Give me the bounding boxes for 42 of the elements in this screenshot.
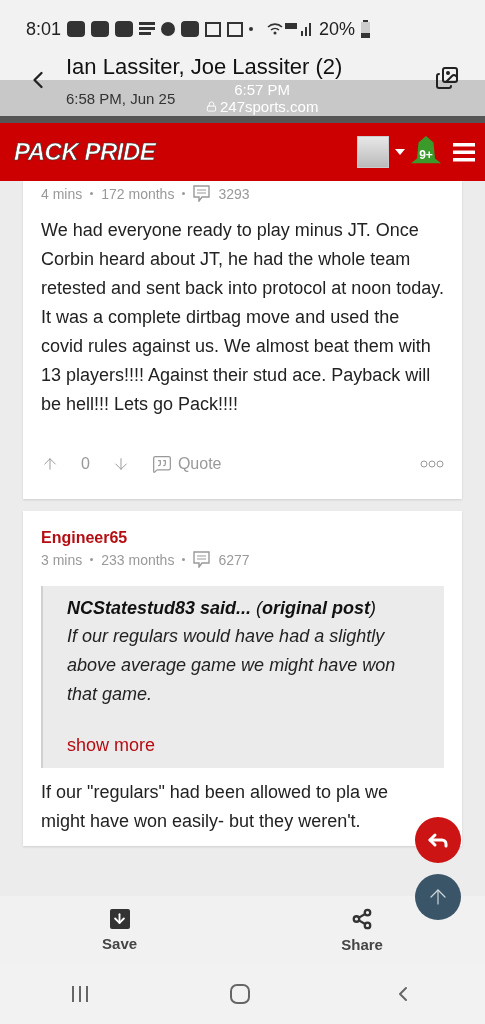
home-icon[interactable] bbox=[229, 984, 250, 1004]
battery-level: 20% bbox=[319, 18, 356, 40]
pin-notification-icon bbox=[161, 22, 176, 36]
download-icon bbox=[109, 908, 130, 929]
dot-icon bbox=[249, 27, 254, 31]
gallery-icon[interactable] bbox=[435, 66, 459, 90]
lock-icon bbox=[206, 101, 217, 112]
quote-header: NCStatestud83 said... (original post) bbox=[67, 597, 378, 620]
window-notification-icon bbox=[205, 21, 222, 37]
caret-icon[interactable] bbox=[395, 149, 405, 155]
post-age: 4 mins bbox=[41, 185, 83, 202]
post-count-icon bbox=[193, 551, 211, 568]
save-button[interactable]: Save bbox=[96, 907, 144, 953]
image-title: Ian Lassiter, Joe Lassiter (2) bbox=[66, 54, 343, 80]
battery-icon bbox=[361, 20, 371, 38]
app-notification-icon bbox=[67, 20, 86, 38]
member-tenure: 172 months bbox=[101, 185, 175, 202]
clock: 8:01 bbox=[26, 18, 62, 40]
post-count: 6277 bbox=[218, 551, 250, 568]
post-text: If our "regulars" had been allowed to pla we might have won easily- but they weren't. bbox=[41, 781, 389, 833]
share-icon bbox=[351, 907, 374, 930]
show-more-link[interactable]: show more bbox=[67, 735, 156, 756]
quote-icon bbox=[151, 454, 172, 474]
post-text: We had everyone ready to play minus JT. Once Corbin heard about JT, he had the whole team retested and sent back into protocol at noon today. It was a complete dirtbag move and used the covid rules against us. We almost beat them with 13 players!!!! Against their stud ace. Payback will be hell!!! Lets go Pack!!!! bbox=[41, 219, 444, 416]
app-notification-icon bbox=[115, 20, 134, 38]
member-tenure: 233 months bbox=[101, 551, 175, 568]
post-age: 3 mins bbox=[41, 551, 83, 568]
window-notification-icon bbox=[227, 21, 244, 37]
news-notification-icon bbox=[139, 22, 156, 36]
vote-count: 0 bbox=[81, 455, 90, 473]
image-date: 6:58 PM, Jun 25 bbox=[66, 89, 177, 107]
post-count: 3293 bbox=[218, 185, 250, 202]
site-logo[interactable]: PACK PRIDE bbox=[14, 138, 357, 166]
more-icon[interactable] bbox=[420, 460, 444, 468]
share-button[interactable]: Share bbox=[335, 906, 389, 954]
post-count-icon bbox=[193, 185, 211, 202]
network-icons bbox=[267, 21, 314, 37]
menu-icon[interactable] bbox=[453, 142, 475, 162]
app-notification-icon bbox=[91, 20, 110, 38]
post-author[interactable]: Engineer65 bbox=[41, 511, 444, 547]
recent-apps-icon[interactable] bbox=[70, 985, 89, 1003]
quote-text: If our regulars would have had a slightly above average game we might have won that game. bbox=[67, 625, 397, 706]
